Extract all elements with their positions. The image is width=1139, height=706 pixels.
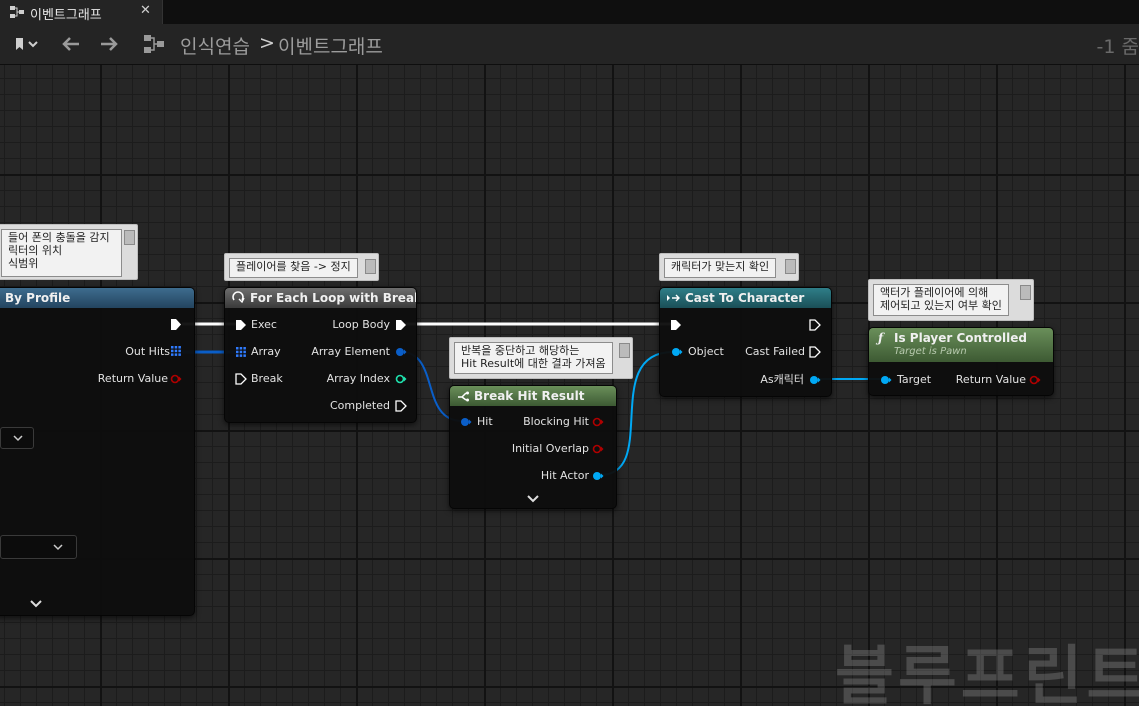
object-pin-hit-actor[interactable] [592,471,604,481]
pin-label-as-character: As캐릭터 [760,373,804,386]
node-title: Cast To Character [685,291,805,305]
array-pin-out-hits[interactable] [171,346,181,356]
struct-pin-hit[interactable] [460,417,472,427]
comment-pin-button[interactable] [1020,285,1031,300]
comment-text: 액터가 플레이어에 의해 제어되고 있는지 여부 확인 [873,284,1009,316]
arrow-left-icon [62,37,79,51]
comment-cast[interactable]: 캐릭터가 맞는지 확인 [659,253,799,281]
pin-label-completed: Completed [330,399,390,412]
comment-text: 캐릭터가 맞는지 확인 [664,258,777,278]
comment-text: 들어 폰의 충돌을 감지 릭터의 위치 식범위 [1,229,122,277]
graph-icon [144,35,164,53]
pin-label-return-value: Return Value [955,373,1026,386]
breadcrumb-current: 이벤트그래프 [278,36,383,58]
chevron-down-icon [13,435,23,442]
breadcrumb-root[interactable]: 인식연습 [180,32,250,59]
bool-pin-initial-overlap[interactable] [592,444,604,454]
comment-trace[interactable]: 들어 폰의 충돌을 감지 릭터의 위치 식범위 [0,224,138,280]
pin-label-break: Break [251,372,283,385]
function-icon: ƒ [878,331,884,345]
blueprint-watermark: 블루프린트 [835,640,1139,706]
arrow-right-icon [101,37,118,51]
pin-label-target: Target [897,373,932,386]
breadcrumb-separator: > [259,32,275,54]
comment-is-player-controlled[interactable]: 액터가 플레이어에 의해 제어되고 있는지 여부 확인 [868,279,1034,321]
bool-pin-return-value[interactable] [170,374,182,384]
pin-label-array-element: Array Element [311,345,390,358]
node-title: For Each Loop with Break [250,291,416,305]
comment-text: 플레이어를 찾음 -> 정지 [229,258,358,278]
exec-out-pin[interactable] [809,319,821,331]
node-trace-by-profile[interactable]: By Profile Out Hits Return Value [0,287,195,616]
tab-title: 이벤트그래프 [30,8,102,23]
object-pin-target[interactable] [880,375,892,385]
back-button[interactable] [58,24,84,64]
enum-dropdown[interactable] [0,535,77,559]
tab-bar: 이벤트그래프 ✕ [0,0,1139,24]
bookmark-icon [16,38,38,50]
node-title: By Profile [0,288,194,308]
node-header: ƒ Is Player Controlled Target is Pawn [869,328,1053,362]
pin-label-initial-overlap: Initial Overlap [511,442,589,455]
comment-break-hit-result[interactable]: 반복을 중단하고 해당하는 Hit Result에 대한 결과 가져옴 [449,337,633,379]
expand-chevron-icon[interactable] [30,599,42,608]
pin-label-blocking-hit: Blocking Hit [523,415,589,428]
graph-icon [10,6,24,18]
comment-foreach[interactable]: 플레이어를 찾음 -> 정지 [224,253,379,281]
exec-out-pin-cast-failed[interactable] [809,346,821,358]
exec-out-pin-loop-body[interactable] [395,319,407,331]
node-break-hit-result[interactable]: Break Hit Result Hit Blocking Hit Initia… [449,385,617,509]
exec-out-pin[interactable] [170,318,182,331]
pin-label-object: Object [688,345,724,358]
node-header: Cast To Character [660,288,831,308]
graph-canvas[interactable]: 들어 폰의 충돌을 감지 릭터의 위치 식범위 By Profile Out H… [0,65,1139,706]
zoom-level: -1 줌 [1096,36,1139,58]
comment-pin-button[interactable] [785,259,796,274]
forward-button[interactable] [96,24,122,64]
node-header: For Each Loop with Break [225,288,416,308]
bool-pin-return-value[interactable] [1029,375,1041,385]
pin-label-loop-body: Loop Body [332,318,390,331]
toolbar: 인식연습 > 이벤트그래프 -1 줌 [0,24,1139,65]
pin-label-array-index: Array Index [326,372,390,385]
break-struct-icon [458,391,469,402]
pin-label-return-value: Return Value [97,372,168,385]
close-icon[interactable]: ✕ [140,3,151,18]
comment-pin-button[interactable] [365,259,376,274]
pin-label-hit: Hit [477,415,493,428]
exec-in-pin[interactable] [670,319,682,331]
bookmark-button[interactable] [8,24,44,64]
object-pin-object[interactable] [671,347,683,357]
tab-event-graph[interactable]: 이벤트그래프 ✕ [0,0,163,24]
node-subtitle: Target is Pawn [894,346,967,357]
comment-pin-button[interactable] [124,230,135,245]
node-header: Break Hit Result [450,386,616,406]
pin-label-cast-failed: Cast Failed [745,345,805,358]
node-title: Break Hit Result [474,389,585,403]
comment-text: 반복을 중단하고 해당하는 Hit Result에 대한 결과 가져옴 [454,342,613,374]
cast-icon [667,294,680,302]
struct-pin-array-element[interactable] [395,347,407,357]
exec-out-pin-completed[interactable] [395,400,407,412]
node-cast-to-character[interactable]: Cast To Character Object Cast Failed As캐… [659,287,832,397]
int-pin-array-index[interactable] [395,374,407,384]
node-is-player-controlled[interactable]: ƒ Is Player Controlled Target is Pawn Ta… [868,327,1054,396]
array-pin-array[interactable] [236,347,246,357]
graph-breadcrumb-icon [140,24,168,64]
pin-label-hit-actor: Hit Actor [540,469,589,482]
loop-icon [232,291,245,304]
node-for-each-loop-with-break[interactable]: For Each Loop with Break Exec Array Brea… [224,287,417,423]
pin-label-exec: Exec [251,318,277,331]
exec-in-pin-break[interactable] [235,373,247,385]
bool-pin-blocking-hit[interactable] [592,417,604,427]
object-pin-as-character[interactable] [809,375,821,385]
pin-label-out-hits: Out Hits [125,345,170,358]
comment-pin-button[interactable] [619,343,630,358]
exec-in-pin[interactable] [235,319,247,331]
expand-chevron-icon[interactable] [527,494,539,503]
pin-label-array: Array [251,345,281,358]
chevron-down-icon [53,544,63,551]
enum-dropdown[interactable] [0,427,34,449]
